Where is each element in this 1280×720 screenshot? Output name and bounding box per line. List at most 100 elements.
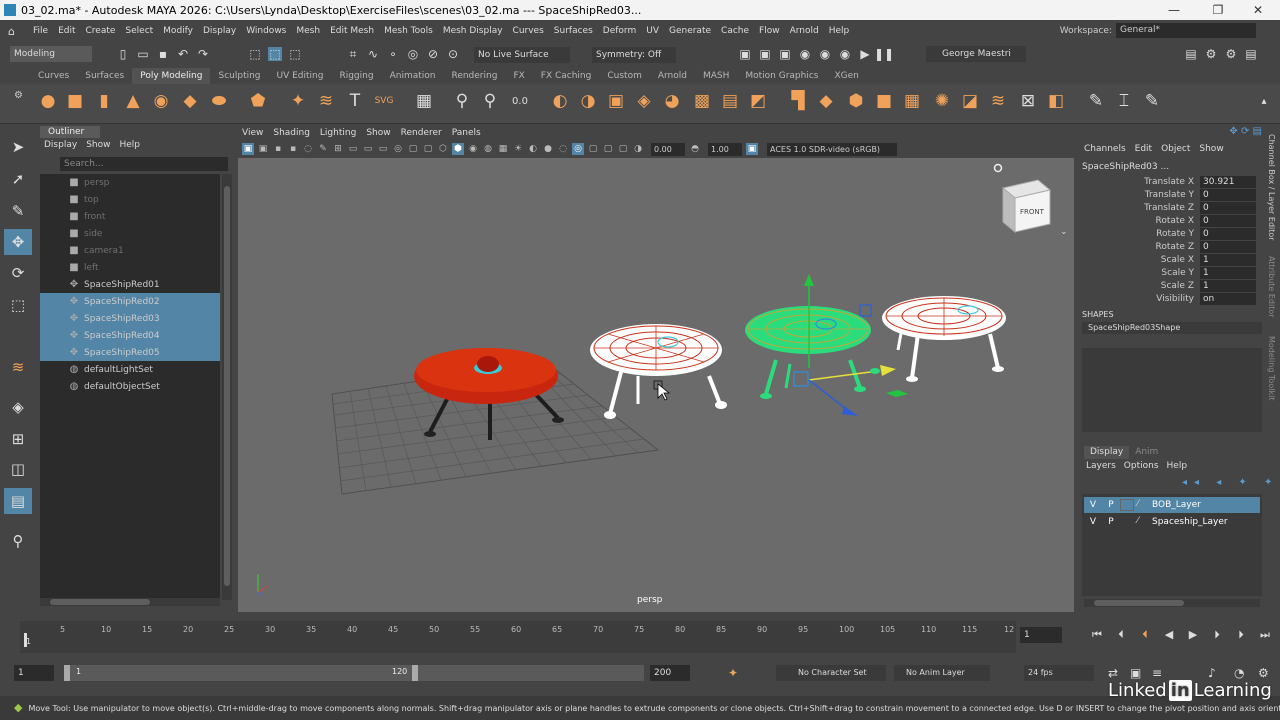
menu-select[interactable]: Select bbox=[120, 26, 158, 36]
range-start-handle[interactable] bbox=[64, 665, 70, 681]
maximize-button[interactable]: ❐ bbox=[1200, 0, 1236, 20]
layer-playback-toggle[interactable]: P bbox=[1102, 500, 1120, 510]
poly-disc-icon[interactable]: ⬬ bbox=[207, 89, 231, 113]
step-forward-key-button[interactable]: ⏵ bbox=[1232, 627, 1250, 643]
ipr-render-icon[interactable]: ▣ bbox=[778, 47, 792, 61]
outliner-search-input[interactable]: Search... bbox=[60, 157, 228, 171]
exposure-field[interactable]: 0.00 bbox=[651, 142, 685, 156]
extract-icon[interactable]: ▩ bbox=[690, 89, 714, 113]
wireframe-icon[interactable]: ⬡ bbox=[437, 143, 449, 155]
shelf-scroll-icon[interactable]: ▴ bbox=[1252, 89, 1276, 113]
textured-icon[interactable]: ▦ bbox=[497, 143, 509, 155]
outliner-item-side[interactable]: ■ side bbox=[40, 225, 220, 242]
wireframe-on-shaded-icon[interactable]: ◍ bbox=[482, 143, 494, 155]
shelf-tab-rigging[interactable]: Rigging bbox=[331, 68, 381, 84]
poly-cone-icon[interactable]: ▲ bbox=[121, 89, 145, 113]
step-back-key-button[interactable]: ⏴ bbox=[1112, 627, 1130, 643]
shelf-tab-fx[interactable]: FX bbox=[505, 68, 532, 84]
shelf-tab-curves[interactable]: Curves bbox=[30, 68, 77, 84]
range-slider-bar[interactable]: 1 120 bbox=[64, 665, 644, 681]
shadows-icon[interactable]: ◐ bbox=[527, 143, 539, 155]
outliner-item-persp[interactable]: ■ persp bbox=[40, 174, 220, 191]
snap-view-icon[interactable]: ◎ bbox=[406, 47, 420, 61]
menu-arnold[interactable]: Arnold bbox=[785, 26, 824, 36]
menu-generate[interactable]: Generate bbox=[664, 26, 716, 36]
safe-action-icon[interactable]: ▢ bbox=[407, 143, 419, 155]
screen-space-ao-icon[interactable]: ● bbox=[542, 143, 554, 155]
layer-tab-anim[interactable]: Anim bbox=[1129, 446, 1164, 459]
menu-deform[interactable]: Deform bbox=[598, 26, 641, 36]
shelf-tab-sculpting[interactable]: Sculpting bbox=[210, 68, 268, 84]
sweep-mesh-icon[interactable]: ≋ bbox=[314, 89, 338, 113]
layer-editor-action-icons[interactable]: ◂◂ ◂ ✦ ✦ bbox=[1182, 477, 1279, 488]
attr-value[interactable]: 1 bbox=[1200, 253, 1256, 266]
rotate-tool-icon[interactable]: ⟳ bbox=[4, 260, 32, 286]
poly-cylinder-icon[interactable]: ▮ bbox=[92, 89, 116, 113]
paint-select-tool-icon[interactable]: ✎ bbox=[4, 198, 32, 224]
menu-file[interactable]: File bbox=[28, 26, 53, 36]
render-frame-icon[interactable]: ▣ bbox=[758, 47, 772, 61]
menu-flow[interactable]: Flow bbox=[754, 26, 785, 36]
range-end-handle[interactable] bbox=[412, 665, 418, 681]
time-slider-track[interactable]: 5 10 15 20 25 30 35 40 45 50 55 60 65 70… bbox=[20, 621, 1016, 653]
outliner-item-defaultobjectset[interactable]: ◍ defaultObjectSet bbox=[40, 378, 220, 395]
smooth-shade-icon[interactable]: ⬢ bbox=[452, 143, 464, 155]
append-polygon-icon[interactable]: ▦ bbox=[900, 89, 924, 113]
outliner-menu-display[interactable]: Display bbox=[44, 140, 77, 150]
render-settings-icon[interactable]: ◉ bbox=[798, 47, 812, 61]
symmetry-dropdown[interactable]: Symmetry: Off bbox=[592, 47, 676, 63]
playback-speed-icon[interactable]: ◔ bbox=[1234, 666, 1244, 680]
pause-ipr-icon[interactable]: ❚❚ bbox=[874, 47, 894, 61]
layer-playback-toggle[interactable]: P bbox=[1102, 517, 1120, 527]
attr-value[interactable]: 1 bbox=[1200, 266, 1256, 279]
layer-color-swatch[interactable] bbox=[1120, 499, 1134, 511]
isolate-select-icon[interactable]: ◎ bbox=[572, 143, 584, 155]
shelf-tab-animation[interactable]: Animation bbox=[382, 68, 444, 84]
menu-mesh-tools[interactable]: Mesh Tools bbox=[379, 26, 438, 36]
attr-rotate-z[interactable]: Rotate Z0 bbox=[1078, 240, 1266, 253]
loop-icon[interactable]: ⇄ bbox=[1108, 666, 1118, 680]
separate-icon[interactable]: ◑ bbox=[576, 89, 600, 113]
lasso-tool-icon[interactable]: ➚ bbox=[4, 166, 32, 192]
shelf-tab-uv-editing[interactable]: UV Editing bbox=[269, 68, 332, 84]
menu-set-dropdown[interactable]: Modeling bbox=[10, 46, 92, 62]
animation-end-field[interactable]: 200 bbox=[650, 665, 690, 681]
viewport-menu-renderer[interactable]: Renderer bbox=[401, 128, 442, 138]
sidebar-toggle-icon[interactable]: ▤ bbox=[1184, 47, 1198, 61]
spaceship-red04[interactable] bbox=[882, 296, 1006, 382]
snap-curve-icon[interactable]: ∿ bbox=[366, 47, 380, 61]
outliner-item-camera1[interactable]: ■ camera1 bbox=[40, 242, 220, 259]
color-management-icon[interactable]: ▣ bbox=[746, 143, 758, 155]
multi-cut-icon[interactable]: ✺ bbox=[930, 89, 954, 113]
menu-edit-mesh[interactable]: Edit Mesh bbox=[325, 26, 379, 36]
attr-scale-z[interactable]: Scale Z1 bbox=[1078, 279, 1266, 292]
select-camera-icon[interactable]: ▣ bbox=[242, 143, 254, 155]
automatic-map-icon[interactable]: ◧ bbox=[1044, 89, 1068, 113]
layer-horizontal-scrollbar[interactable] bbox=[1084, 599, 1260, 607]
poly-torus-icon[interactable]: ◉ bbox=[149, 89, 173, 113]
live-surface-field[interactable]: No Live Surface bbox=[474, 47, 570, 63]
go-to-start-button[interactable]: ⏮ bbox=[1088, 627, 1106, 643]
outliner-item-front[interactable]: ■ front bbox=[40, 208, 220, 225]
snap-grid-icon[interactable]: ⌗ bbox=[346, 47, 360, 61]
shelf-tab-fx-caching[interactable]: FX Caching bbox=[533, 68, 600, 84]
view-cube[interactable]: FRONT ⌄ bbox=[993, 163, 1068, 238]
go-to-end-button[interactable]: ⏭ bbox=[1256, 627, 1274, 643]
bridge-faces-icon[interactable]: ■ bbox=[872, 89, 896, 113]
user-account-dropdown[interactable]: George Maestri bbox=[926, 46, 1026, 62]
shelf-tab-xgen[interactable]: XGen bbox=[827, 68, 867, 84]
layer-row-bob[interactable]: V P ⁄ BOB_Layer bbox=[1084, 497, 1260, 513]
snap-point-icon[interactable]: ∘ bbox=[386, 47, 400, 61]
select-hierarchy-icon[interactable]: ⬚ bbox=[248, 47, 262, 61]
grid-snap-icon[interactable]: 0.0 bbox=[508, 89, 532, 113]
preferences-icon[interactable]: ⚙ bbox=[1258, 666, 1269, 680]
bookmarks-icon[interactable]: ▪ bbox=[272, 143, 284, 155]
gamma-field[interactable]: 1.00 bbox=[708, 142, 742, 156]
gate-mask-icon[interactable]: ▭ bbox=[377, 143, 389, 155]
poly-plane-icon[interactable]: ◆ bbox=[178, 89, 202, 113]
bridge-icon[interactable]: ▤ bbox=[718, 89, 742, 113]
two-d-pan-icon[interactable]: ◌ bbox=[302, 143, 314, 155]
make-live-icon[interactable]: ⊙ bbox=[446, 47, 460, 61]
viewport-menu-show[interactable]: Show bbox=[366, 128, 390, 138]
save-scene-icon[interactable]: ▪ bbox=[156, 47, 170, 61]
